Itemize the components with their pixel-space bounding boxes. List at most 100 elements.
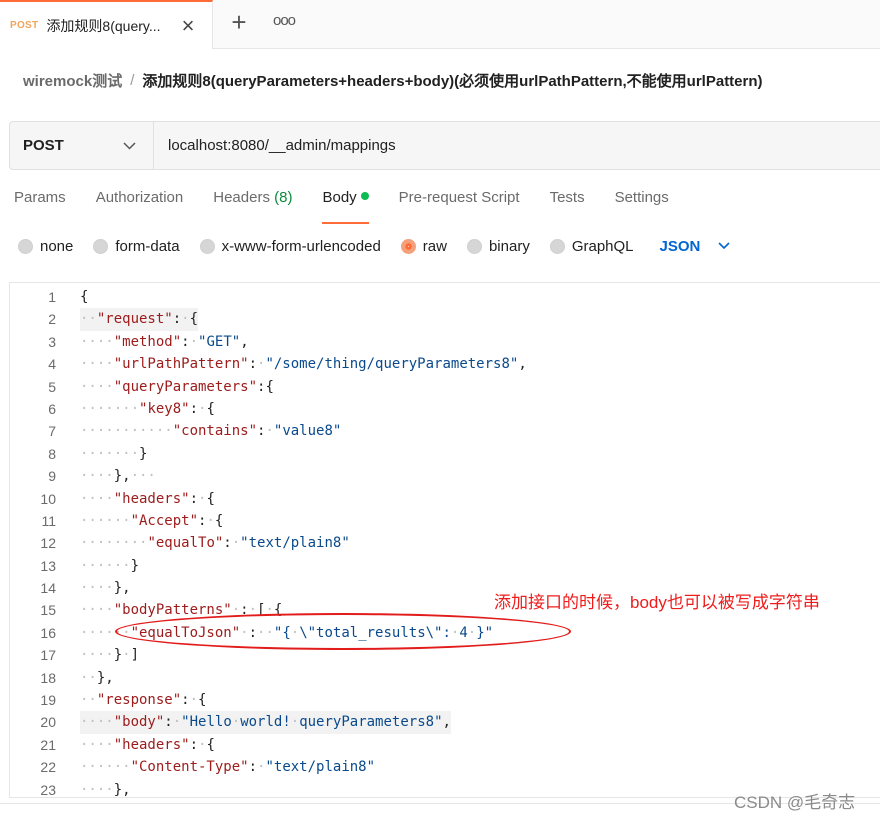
line-number: 19: [40, 692, 56, 709]
line-number: 9: [48, 468, 56, 485]
code-line[interactable]: 21 ····"headers":·{: [10, 734, 880, 756]
radio-binary[interactable]: binary: [466, 238, 530, 255]
code-line[interactable]: 8 ·······}: [10, 443, 880, 465]
line-number: 12: [40, 535, 56, 552]
line-number: 15: [40, 602, 56, 619]
breadcrumb: wiremock测试 / 添加规则8(queryParameters+heade…: [23, 69, 763, 91]
method-label: POST: [23, 137, 64, 154]
tab-authorization[interactable]: Authorization: [96, 189, 184, 213]
line-number: 14: [40, 580, 56, 597]
line-number: 7: [48, 423, 56, 440]
plus-icon[interactable]: +: [226, 9, 252, 37]
code-line[interactable]: 12 ········"equalTo":·"text/plain8": [10, 532, 880, 554]
code-lines: 1{2 ··"request":·{3 ····"method":·"GET", 4 ·…: [10, 286, 880, 798]
code-line[interactable]: 4 ····"urlPathPattern":·"/some/thing/quer…: [10, 353, 880, 375]
code-line[interactable]: 1{: [10, 286, 880, 308]
format-select[interactable]: JSON: [660, 238, 731, 255]
code-text: ··"response":·{: [80, 692, 207, 709]
annotation-ellipse: [115, 613, 571, 650]
code-line[interactable]: 13 ······}: [10, 555, 880, 577]
code-line[interactable]: 11 ······"Accept":·{: [10, 510, 880, 532]
code-text: ····}·]: [80, 647, 140, 664]
tab-title: 添加规则8(query...: [46, 17, 161, 34]
code-text: ······"Content-Type":·"text/plain8": [80, 759, 376, 776]
code-text: ·······"key8":·{: [80, 400, 215, 417]
radio-icon[interactable]: [549, 238, 565, 254]
line-number: 4: [48, 356, 56, 373]
line-number: 21: [40, 736, 56, 753]
watermark: CSDN @毛奇志: [734, 793, 856, 812]
code-text: ····"queryParameters":{: [80, 378, 274, 395]
line-number: 10: [40, 490, 56, 507]
code-line[interactable]: 2 ··"request":·{: [10, 308, 880, 331]
line-number: 16: [40, 624, 56, 641]
line-number: 6: [48, 400, 56, 417]
radio-raw[interactable]: raw: [400, 238, 447, 255]
code-text: {: [80, 289, 89, 305]
method-select[interactable]: POST: [10, 122, 154, 169]
tab-method-badge: POST: [10, 20, 39, 31]
radio-none[interactable]: none: [18, 238, 73, 255]
tab-body[interactable]: Body: [322, 189, 369, 224]
code-text: ····"headers":·{: [80, 490, 215, 507]
format-label: JSON: [659, 237, 701, 255]
code-text: ····},···: [80, 468, 156, 485]
radio-icon[interactable]: [18, 238, 33, 254]
modified-dot-icon: [360, 192, 369, 200]
code-line[interactable]: 6 ·······"key8":·{: [10, 398, 880, 420]
code-text: ·······}: [80, 445, 148, 462]
request-title[interactable]: 添加规则8(queryParameters+headers+body)(必须使用…: [142, 70, 762, 91]
more-options-icon[interactable]: ooo: [272, 12, 296, 34]
radio-selected-icon[interactable]: [400, 238, 416, 254]
request-tabs: Params Authorization Headers (8) Body Pr…: [14, 189, 699, 224]
annotation-text: 添加接口的时候，body也可以被写成字符串: [494, 593, 820, 612]
line-number: 11: [41, 512, 56, 529]
radio-graphql[interactable]: GraphQL: [549, 238, 634, 255]
close-icon[interactable]: ×: [176, 14, 200, 38]
line-number: 23: [40, 781, 56, 798]
radio-icon[interactable]: [466, 238, 482, 254]
tab-pre-request-script[interactable]: Pre-request Script: [399, 189, 520, 213]
radio-icon[interactable]: [199, 238, 215, 254]
code-line[interactable]: 5 ····"queryParameters":{: [10, 376, 880, 398]
line-number: 3: [48, 333, 56, 350]
chevron-down-icon: [123, 138, 141, 153]
tab-params[interactable]: Params: [14, 189, 66, 213]
request-tab[interactable]: POST 添加规则8(query... ×: [0, 0, 213, 49]
code-line[interactable]: 20 ····"body":·"Hello·world!·queryParamet…: [10, 711, 880, 734]
url-input[interactable]: localhost:8080/__admin/mappings: [154, 122, 880, 169]
code-line[interactable]: 9 ····},···: [10, 465, 880, 487]
chevron-down-icon: [718, 239, 730, 253]
line-number: 8: [48, 445, 56, 462]
code-line[interactable]: 19 ··"response":·{: [10, 689, 880, 711]
tab-bar: POST 添加规则8(query... × + ooo: [0, 0, 880, 49]
line-number: 1: [48, 289, 56, 305]
tab-tests[interactable]: Tests: [550, 189, 585, 213]
radio-x-www-form-urlencoded[interactable]: x-www-form-urlencoded: [199, 238, 381, 255]
line-number: 5: [48, 378, 56, 395]
line-number: 18: [40, 669, 56, 686]
code-text: ··},: [80, 669, 114, 686]
code-text: ····},: [80, 580, 131, 597]
code-line[interactable]: 10 ····"headers":·{: [10, 488, 880, 510]
code-line[interactable]: 18 ··},: [10, 667, 880, 689]
code-line[interactable]: 22 ······"Content-Type":·"text/plain8": [10, 756, 880, 778]
code-line[interactable]: 3 ····"method":·"GET",: [10, 331, 880, 353]
code-text: ····},: [80, 781, 131, 798]
code-text: ········"equalTo":·"text/plain8": [80, 535, 350, 552]
tab-headers[interactable]: Headers (8): [213, 189, 292, 213]
line-number: 2: [48, 311, 56, 328]
breadcrumb-parent[interactable]: wiremock测试: [23, 70, 122, 91]
code-text: ····"urlPathPattern":·"/some/thing/query…: [80, 356, 527, 373]
line-number: 13: [40, 557, 56, 574]
code-text: ····"headers":·{: [80, 736, 215, 753]
tab-settings[interactable]: Settings: [615, 189, 669, 213]
code-text: ······}: [80, 557, 140, 574]
code-line[interactable]: 7 ···········"contains":·"value8": [10, 420, 880, 442]
code-text: ··"request":·{: [80, 308, 199, 331]
radio-form-data[interactable]: form-data: [93, 238, 180, 255]
radio-icon[interactable]: [93, 238, 109, 254]
code-text: ····"body":·"Hello·world!·queryParameter…: [80, 711, 451, 734]
code-editor[interactable]: 1{2 ··"request":·{3 ····"method":·"GET", 4 ·…: [9, 282, 880, 798]
headers-count: (8): [274, 189, 293, 206]
